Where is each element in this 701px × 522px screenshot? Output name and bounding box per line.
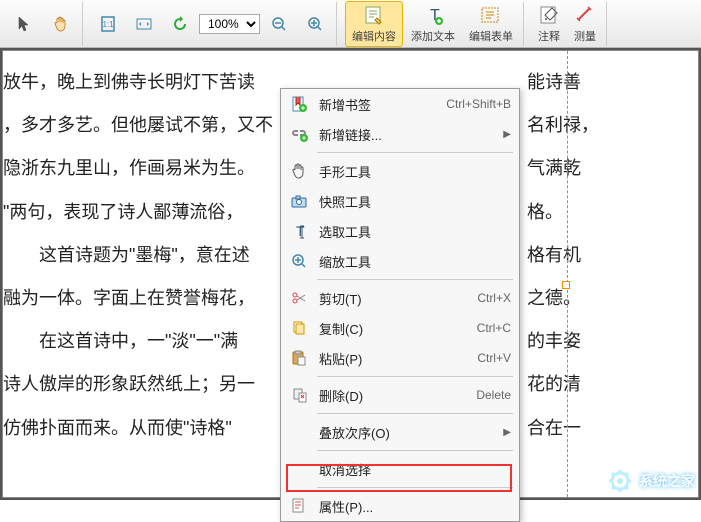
ctx-snapshot-tool[interactable]: 快照工具 [281, 186, 519, 216]
ctx-properties[interactable]: 属性(P)... [281, 491, 519, 521]
separator [317, 376, 513, 377]
pointer-tool[interactable] [8, 11, 42, 37]
text-fragment: 的丰姿 [527, 320, 599, 363]
separator [317, 487, 513, 488]
text-fragment: 格。 [527, 191, 599, 234]
blank-icon [287, 420, 311, 444]
review-tools-group: 注释 测量 [528, 2, 607, 46]
ctx-hand-tool[interactable]: 手形工具 [281, 156, 519, 186]
text-fragment: 能诗善 [527, 61, 599, 104]
edit-form-button[interactable]: 编辑表单 [463, 2, 519, 46]
annotate-icon [538, 4, 560, 26]
bookmark-icon [287, 92, 311, 116]
text-fragment: 花的清 [527, 363, 599, 406]
fit-width[interactable] [127, 11, 161, 37]
submenu-arrow-icon: ▶ [503, 129, 511, 140]
shortcut-label: Ctrl+Shift+B [446, 97, 511, 111]
selection-guide [567, 51, 568, 497]
zoom-in-icon [304, 13, 326, 35]
text-fragment: 名利禄， [527, 104, 599, 147]
ctx-deselect[interactable]: 取消选择 [281, 454, 519, 484]
ctx-copy[interactable]: 复制(C) Ctrl+C [281, 313, 519, 343]
rotate-icon [169, 13, 191, 35]
ctx-paste[interactable]: 粘贴(P) Ctrl+V [281, 343, 519, 373]
zoom-out[interactable] [262, 11, 296, 37]
shortcut-label: Ctrl+V [477, 351, 511, 365]
scissors-icon [287, 286, 311, 310]
fit-width-icon [133, 13, 155, 35]
text-fragment: 气满乾 [527, 147, 599, 190]
select-text-icon: T [287, 219, 311, 243]
hand-icon [50, 13, 72, 35]
zoom-tools-group: 1:1 100% [87, 2, 337, 46]
rotate-view[interactable] [163, 11, 197, 37]
fit-page-icon: 1:1 [97, 13, 119, 35]
zoom-out-icon [268, 13, 290, 35]
gear-icon [607, 468, 633, 494]
shortcut-label: Ctrl+X [477, 291, 511, 305]
watermark-text: 系统之家 [639, 471, 695, 491]
fit-page[interactable]: 1:1 [91, 11, 125, 37]
svg-text:T: T [296, 223, 305, 239]
text-fragment: 格有机 [527, 234, 599, 277]
pointer-icon [14, 13, 36, 35]
shortcut-label: Ctrl+C [477, 321, 511, 335]
text-fragment: 合在一 [527, 407, 599, 450]
zoom-selector[interactable]: 100% [199, 14, 260, 34]
add-text-button[interactable]: T添加文本 [405, 2, 461, 46]
paste-icon [287, 346, 311, 370]
copy-icon [287, 316, 311, 340]
edit-content-button[interactable]: 编辑内容 [345, 1, 403, 47]
separator [317, 152, 513, 153]
context-menu: 新增书签 Ctrl+Shift+B 新增链接... ▶ 手形工具 快照工具 T … [280, 88, 520, 522]
zoom-dropdown[interactable]: 100% [199, 14, 260, 34]
separator [317, 413, 513, 414]
properties-icon [287, 494, 311, 518]
ctx-add-bookmark[interactable]: 新增书签 Ctrl+Shift+B [281, 89, 519, 119]
shortcut-label: Delete [476, 388, 511, 402]
ctx-zoom-tool[interactable]: 缩放工具 [281, 246, 519, 276]
link-icon [287, 122, 311, 146]
watermark: 系统之家 [607, 468, 695, 494]
measure-button[interactable]: 测量 [568, 2, 602, 46]
blank-icon [287, 457, 311, 481]
ctx-cut[interactable]: 剪切(T) Ctrl+X [281, 283, 519, 313]
ctx-select-tool[interactable]: T 选取工具 [281, 216, 519, 246]
selection-handle[interactable] [562, 281, 570, 289]
text-fragment-col: 能诗善 名利禄， 气满乾 格。 格有机 之德。 的丰姿 花的清 合在一 [527, 61, 599, 450]
svg-text:1:1: 1:1 [102, 20, 114, 29]
submenu-arrow-icon: ▶ [503, 427, 511, 438]
ctx-delete[interactable]: 删除(D) Delete [281, 380, 519, 410]
edit-tools-group: 编辑内容 T添加文本 编辑表单 [341, 2, 524, 46]
hand-icon [287, 159, 311, 183]
ctx-stacking-order[interactable]: 叠放次序(O) ▶ [281, 417, 519, 447]
main-toolbar: 1:1 100% 编辑内容 T添加文本 编辑表单 注释 测量 [0, 0, 701, 48]
separator [317, 279, 513, 280]
separator [317, 450, 513, 451]
delete-icon [287, 383, 311, 407]
annotate-button[interactable]: 注释 [532, 2, 566, 46]
add-text-icon: T [422, 4, 444, 26]
selection-tools-group [4, 2, 83, 46]
ctx-add-link[interactable]: 新增链接... ▶ [281, 119, 519, 149]
camera-icon [287, 189, 311, 213]
edit-content-icon [363, 4, 385, 26]
zoom-in[interactable] [298, 11, 332, 37]
zoom-icon [287, 249, 311, 273]
edit-form-icon [480, 4, 502, 26]
hand-tool[interactable] [44, 11, 78, 37]
measure-icon [574, 4, 596, 26]
